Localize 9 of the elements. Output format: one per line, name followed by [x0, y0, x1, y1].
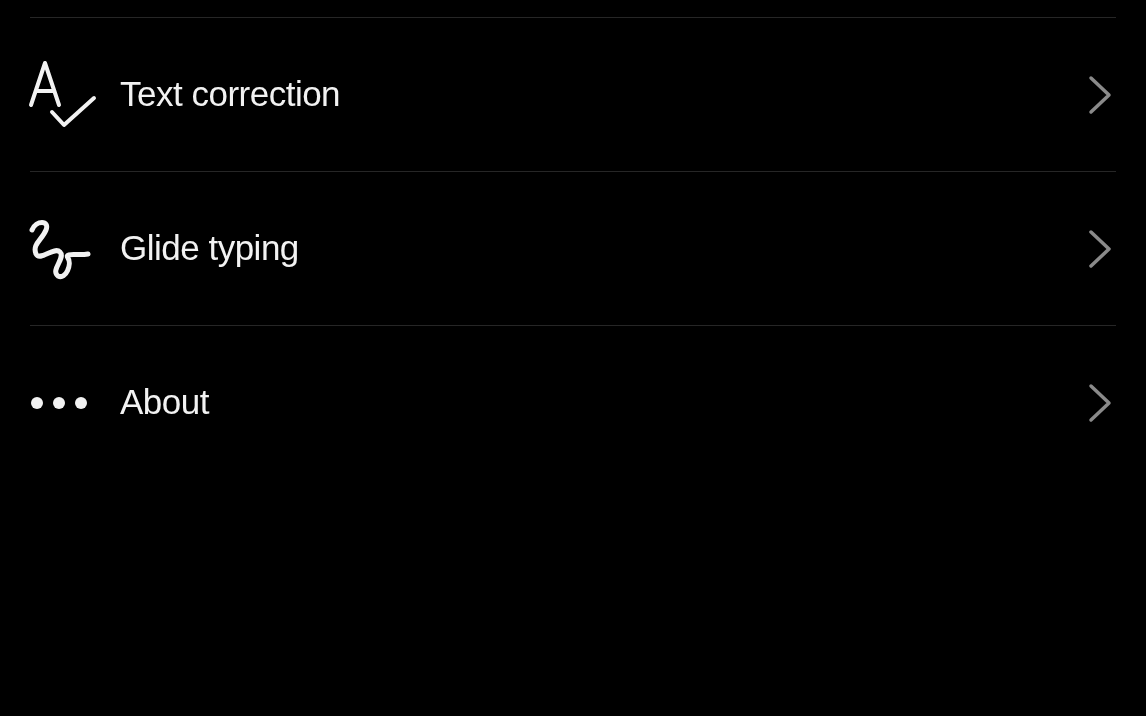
settings-item[interactable]: Glide typing: [30, 171, 1116, 325]
chevron-right-icon: [1088, 74, 1112, 115]
squiggle-icon: [28, 217, 92, 280]
chevron-right-icon: [1088, 228, 1112, 269]
settings-item[interactable]: About: [30, 325, 1116, 479]
settings-item[interactable]: Text correction: [30, 17, 1116, 171]
chevron-right-icon: [1088, 382, 1112, 423]
more-icon: [30, 395, 88, 410]
spellcheck-icon: [28, 59, 98, 130]
